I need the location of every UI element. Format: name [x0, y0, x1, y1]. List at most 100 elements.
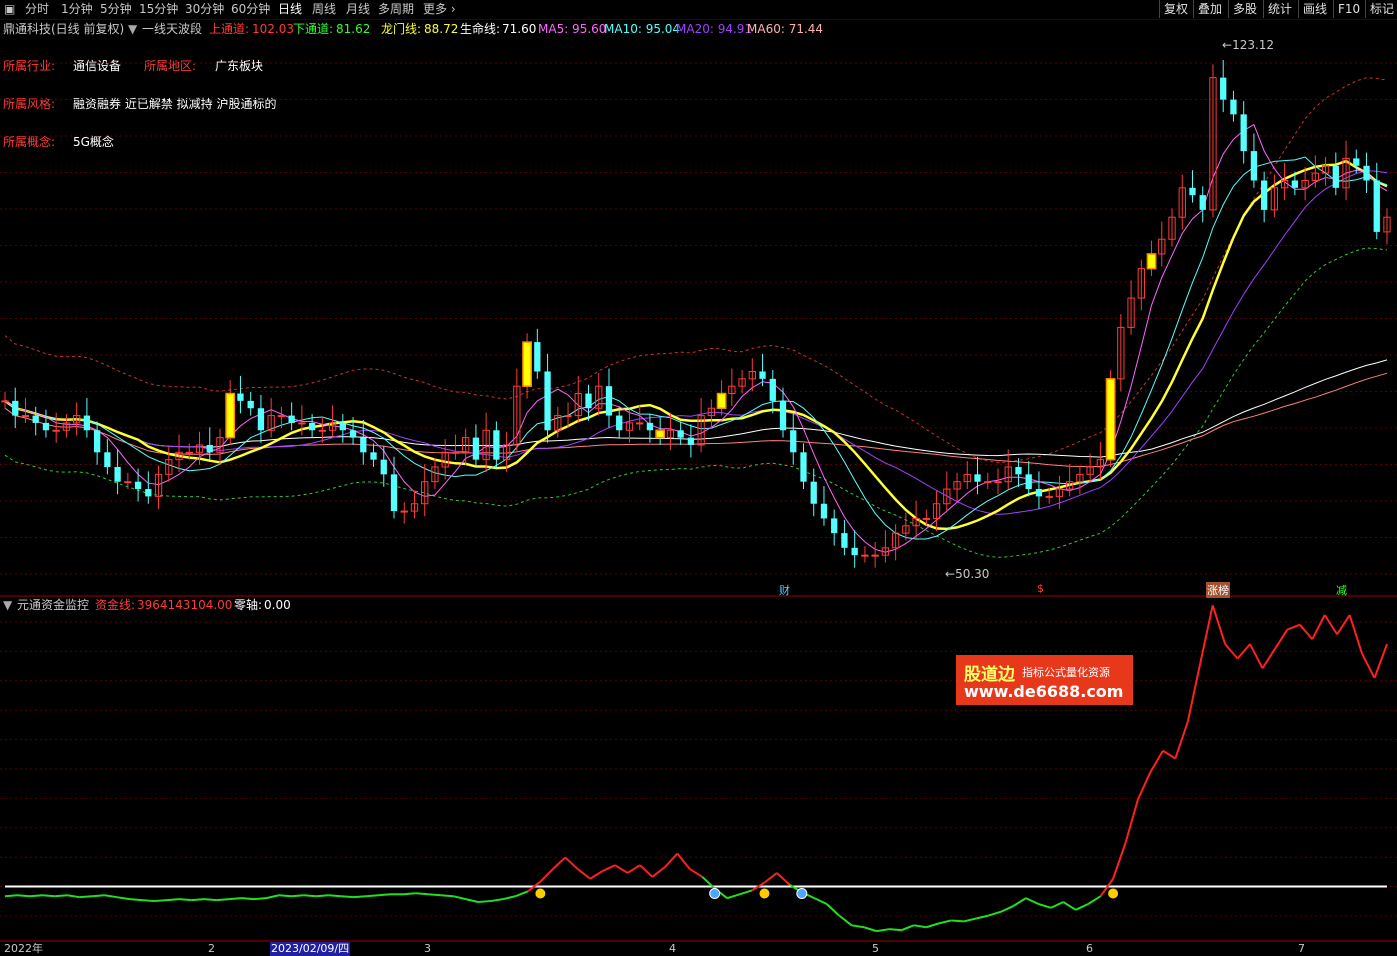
fund-line-segment	[988, 910, 1002, 917]
high-price-annotation: ←123.12	[1222, 38, 1275, 52]
fund-line-segment	[229, 897, 242, 901]
fund-line-segment	[67, 894, 80, 899]
x-axis-label: 5	[872, 942, 879, 955]
fund-line-segment	[253, 897, 267, 901]
fund-line-segment	[951, 919, 964, 923]
fund-line-segment	[241, 897, 255, 901]
watermark-banner: 股道边 指标公式量化资源 www.de6688.com	[956, 655, 1133, 705]
event-marker-reduce[interactable]: 减	[1336, 582, 1347, 598]
candle-down	[339, 422, 346, 431]
fund-line-segment	[938, 919, 952, 925]
kline-chart[interactable]	[0, 0, 1397, 956]
fund-line-segment	[689, 868, 703, 878]
candle-up	[922, 517, 930, 520]
fund-line-segment	[1274, 629, 1289, 650]
fund-line-segment	[739, 889, 753, 896]
fund-line-segment	[539, 868, 554, 883]
fund-line-segment	[17, 894, 30, 898]
candle-up	[52, 429, 60, 432]
fund-line-segment	[1162, 749, 1176, 760]
zero-axis-value: 0.00	[264, 598, 291, 612]
fund-line-segment	[1075, 903, 1089, 911]
buy-signal-dot	[759, 888, 770, 899]
fund-line-segment	[1112, 842, 1127, 880]
candle-down	[851, 547, 858, 556]
x-axis-label: 3	[424, 942, 431, 955]
candle-down	[605, 386, 613, 416]
candle-down	[1261, 180, 1268, 210]
candle-up	[861, 554, 869, 557]
candle-down	[677, 430, 684, 438]
candle-down	[974, 474, 981, 482]
fund-line-segment	[1323, 614, 1339, 635]
candle-down	[1363, 165, 1370, 181]
candle-up	[277, 415, 286, 418]
fund-line-segment	[415, 892, 429, 896]
candle-down	[1035, 489, 1043, 497]
event-marker-finance[interactable]: 财	[779, 582, 790, 598]
fund-line-segment	[1287, 623, 1301, 631]
candle-down	[1250, 151, 1258, 181]
subchart-dropdown-icon[interactable]: ▼	[3, 597, 12, 613]
fund-line-segment	[166, 898, 180, 902]
candle-down	[349, 430, 357, 438]
high-price-value: 123.12	[1232, 38, 1275, 52]
fund-line-segment	[515, 890, 529, 898]
event-marker-dollar[interactable]: $	[1037, 582, 1044, 595]
fund-line-segment	[1361, 653, 1376, 679]
signal-candle	[1146, 253, 1157, 270]
fund-line-segment	[1236, 643, 1251, 660]
candle-down	[616, 415, 623, 431]
candle-down	[206, 444, 213, 453]
fund-line-segment	[191, 898, 205, 902]
candle-down	[472, 437, 480, 460]
fund-line-segment	[1000, 905, 1014, 913]
fund-line-segment	[204, 898, 217, 902]
fund-line-segment	[1261, 648, 1276, 669]
fund-line-segment	[104, 894, 118, 899]
candle-down	[1199, 195, 1206, 210]
fund-line-segment	[676, 852, 691, 870]
candle-down	[841, 533, 848, 548]
fund-line-segment	[1311, 614, 1326, 640]
indicator-lines	[4, 77, 1388, 558]
fund-line-segment	[577, 868, 591, 880]
candle-down	[42, 422, 50, 431]
candle-down	[308, 422, 316, 431]
fund-line-segment	[1025, 897, 1039, 905]
fund-line-segment	[403, 892, 416, 896]
fund-line-segment	[216, 898, 230, 902]
fund-line-segment	[1199, 605, 1214, 664]
candle-up	[994, 481, 1002, 484]
candle-down	[1189, 187, 1196, 196]
subchart-name[interactable]: 元通资金监控	[17, 597, 89, 613]
candle-up	[984, 481, 992, 484]
x-axis-label: 4	[669, 942, 676, 955]
candle-up	[564, 415, 572, 418]
fund-line-segment	[452, 895, 466, 901]
sell-signal-dot	[709, 888, 721, 900]
fund-line-segment	[1087, 895, 1102, 905]
candle-down	[288, 415, 295, 423]
x-axis-label: 7	[1298, 942, 1305, 955]
candle-down	[370, 452, 377, 460]
life-line	[4, 159, 1388, 531]
fund-line-segment	[876, 928, 890, 933]
event-marker-top-gainers[interactable]: 涨榜	[1206, 582, 1230, 598]
fund-line-segment	[651, 866, 666, 878]
candle-down	[134, 481, 142, 490]
fund-line-segment	[863, 926, 877, 933]
candle-down	[1230, 99, 1237, 115]
candle-down	[687, 437, 695, 445]
candle-up	[298, 422, 306, 425]
fund-line-segment	[626, 864, 641, 874]
candle-up	[1, 400, 9, 403]
fund-line-segment	[639, 864, 654, 878]
candle-up	[318, 429, 326, 432]
fund-line-segment	[4, 894, 18, 898]
candle-down	[360, 437, 367, 453]
signal-candle	[1105, 378, 1116, 461]
fund-line-segment	[1348, 614, 1364, 655]
fund-line-segment	[589, 870, 604, 880]
candle-down	[534, 342, 541, 372]
